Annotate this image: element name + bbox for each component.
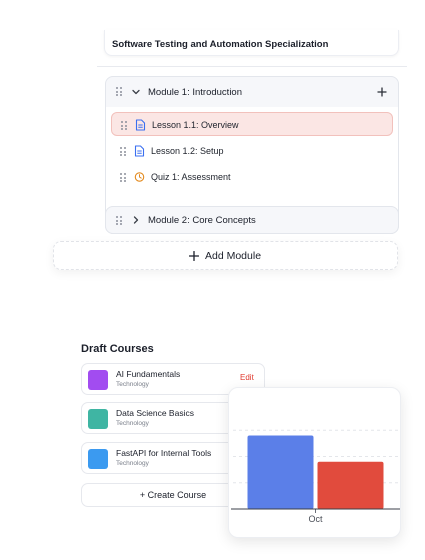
chart-bar bbox=[247, 435, 314, 509]
module-2-title: Module 2: Core Concepts bbox=[148, 215, 256, 226]
lesson-item-1[interactable]: Lesson 1.1: Overview bbox=[111, 112, 393, 136]
quiz-title: Quiz 1: Assessment bbox=[151, 172, 231, 182]
edit-course-link[interactable]: Edit bbox=[240, 373, 254, 382]
add-lesson-button[interactable] bbox=[376, 86, 388, 98]
document-icon bbox=[135, 119, 146, 131]
plus-icon bbox=[189, 251, 199, 261]
document-icon bbox=[134, 145, 145, 157]
course-category: Technology bbox=[116, 381, 149, 388]
drag-handle-icon[interactable] bbox=[116, 216, 122, 225]
drag-handle-icon[interactable] bbox=[116, 87, 122, 96]
course-category: Technology bbox=[116, 420, 149, 427]
header-divider bbox=[97, 66, 407, 67]
course-title: Software Testing and Automation Speciali… bbox=[104, 30, 399, 56]
lesson-item-2[interactable]: Lesson 1.2: Setup bbox=[111, 139, 393, 163]
drag-handle-icon[interactable] bbox=[120, 173, 126, 182]
x-tick-label: Oct bbox=[308, 514, 323, 524]
draft-courses-title: Draft Courses bbox=[81, 343, 154, 355]
chevron-right-icon[interactable] bbox=[131, 215, 141, 225]
bar-chart: Oct bbox=[231, 429, 400, 524]
course-name: AI Fundamentals bbox=[116, 369, 181, 379]
drag-handle-icon[interactable] bbox=[121, 121, 127, 130]
chevron-down-icon[interactable] bbox=[131, 87, 141, 97]
module-2-card[interactable]: Module 2: Core Concepts bbox=[105, 206, 399, 234]
chart-bar bbox=[317, 461, 384, 509]
course-category: Technology bbox=[116, 460, 149, 467]
course-color-swatch bbox=[88, 409, 108, 429]
course-name: FastAPI for Internal Tools bbox=[116, 448, 212, 458]
course-color-swatch bbox=[88, 449, 108, 469]
module-1-header[interactable]: Module 1: Introduction bbox=[106, 77, 398, 108]
quiz-item-1[interactable]: Quiz 1: Assessment bbox=[111, 165, 393, 189]
chart-card: Oct bbox=[228, 387, 401, 538]
lesson-title: Lesson 1.2: Setup bbox=[151, 146, 224, 156]
lesson-title: Lesson 1.1: Overview bbox=[152, 120, 239, 130]
add-module-button[interactable]: Add Module bbox=[53, 241, 398, 270]
course-color-swatch bbox=[88, 370, 108, 390]
add-module-label: Add Module bbox=[205, 250, 262, 262]
course-name: Data Science Basics bbox=[116, 408, 194, 418]
clock-icon bbox=[134, 172, 145, 182]
module-1-title: Module 1: Introduction bbox=[148, 87, 243, 98]
drag-handle-icon[interactable] bbox=[120, 147, 126, 156]
